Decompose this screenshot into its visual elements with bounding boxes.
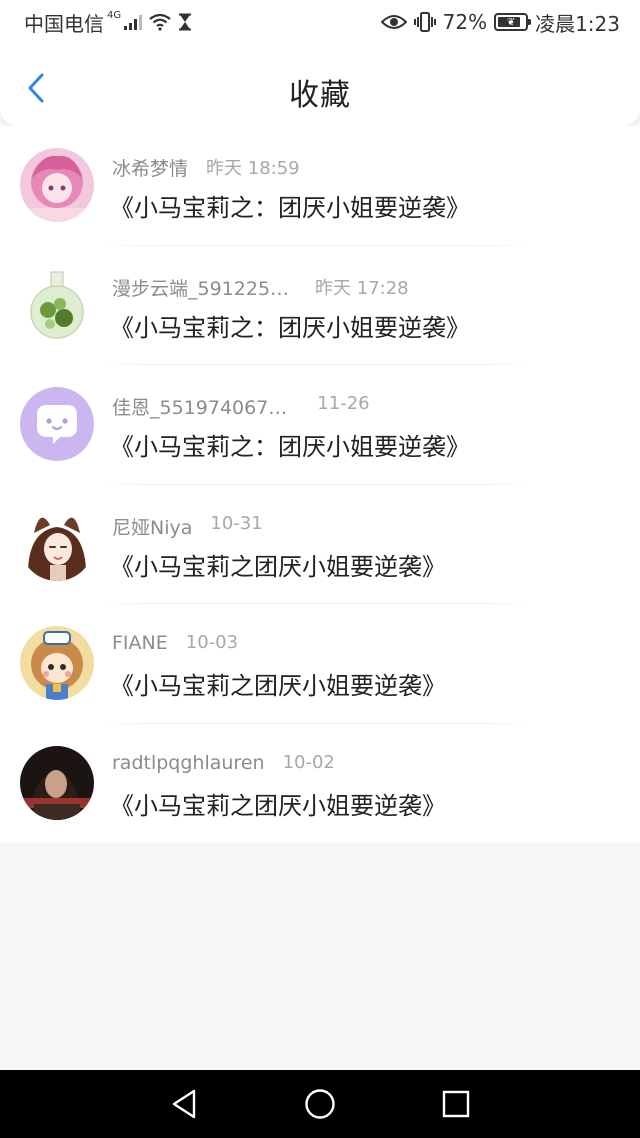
vibrate-icon <box>413 12 436 32</box>
nav-header: 收藏 <box>0 44 640 126</box>
user-name[interactable]: radtlpqghlauren <box>112 752 265 774</box>
item-meta: 漫步云端_591225… 昨天 17:28 <box>112 274 409 301</box>
story-title[interactable]: 《小马宝莉之：团厌小姐要逆袭》 <box>110 427 470 462</box>
clock: 凌晨1:23 <box>535 11 620 36</box>
eye-icon <box>380 15 407 29</box>
back-triangle-icon[interactable] <box>166 1086 202 1122</box>
user-name[interactable]: 佳恩_551974067… <box>112 393 287 420</box>
timestamp: 11-26 <box>317 393 370 414</box>
chat-bubble-avatar[interactable] <box>20 387 94 461</box>
cartoon-chef-girl-avatar[interactable] <box>20 626 94 700</box>
item-meta: FIANE 10-03 <box>112 632 238 654</box>
carrier-name: 中国电信 <box>24 11 104 36</box>
list-item[interactable]: FIANE 10-03 《小马宝莉之团厌小姐要逆袭》 <box>0 604 640 724</box>
item-meta: 佳恩_551974067… 11-26 <box>112 393 370 420</box>
dark-photo-avatar[interactable] <box>20 745 94 820</box>
signal-icon <box>124 14 143 30</box>
item-meta: radtlpqghlauren 10-02 <box>112 752 335 774</box>
bunny-girl-avatar[interactable] <box>20 506 94 581</box>
user-name[interactable]: FIANE <box>112 632 168 654</box>
list-item[interactable]: 尼娅Niya 10-31 《小马宝莉之团厌小姐要逆袭》 <box>0 485 640 604</box>
timestamp: 10-03 <box>185 632 239 653</box>
list-item[interactable]: radtlpqghlauren 10-02 《小马宝莉之团厌小姐要逆袭》 <box>0 724 640 844</box>
page-title: 收藏 <box>289 78 351 113</box>
timestamp: 昨天 17:28 <box>315 277 409 299</box>
timestamp: 10-02 <box>282 751 335 773</box>
network-type: 4G <box>107 9 122 21</box>
user-name[interactable]: 尼娅Niya <box>112 513 192 540</box>
recents-square-icon[interactable] <box>438 1086 474 1122</box>
item-meta: 尼娅Niya 10-31 <box>112 513 263 540</box>
favorites-list: 冰希梦情 昨天 18:59 《小马宝莉之：团厌小姐要逆袭》 漫步云端_59122… <box>0 126 640 842</box>
status-bar: 中国电信 4G 72% ❦ 凌晨1:23 <box>0 0 640 44</box>
pink-anime-girl-avatar[interactable] <box>20 148 94 222</box>
story-title[interactable]: 《小马宝莉之：团厌小姐要逆袭》 <box>110 308 470 343</box>
home-circle-icon[interactable] <box>302 1086 338 1122</box>
leaf-icon: ❦ <box>506 16 516 28</box>
list-item[interactable]: 佳恩_551974067… 11-26 《小马宝莉之：团厌小姐要逆袭》 <box>0 365 640 485</box>
system-nav-bar <box>0 1070 640 1138</box>
battery-icon: ❦ <box>494 13 532 31</box>
list-item[interactable]: 漫步云端_591225… 昨天 17:28 《小马宝莉之：团厌小姐要逆袭》 <box>0 246 640 365</box>
list-item[interactable]: 冰希梦情 昨天 18:59 《小马宝莉之：团厌小姐要逆袭》 <box>0 126 640 246</box>
wifi-icon <box>149 13 171 31</box>
hourglass-icon <box>179 13 192 31</box>
user-name[interactable]: 冰希梦情 <box>112 154 188 181</box>
story-title[interactable]: 《小马宝莉之团厌小姐要逆袭》 <box>110 786 446 821</box>
story-title[interactable]: 《小马宝莉之团厌小姐要逆袭》 <box>110 547 446 582</box>
status-left: 中国电信 4G <box>24 8 192 37</box>
item-meta: 冰希梦情 昨天 18:59 <box>112 154 300 181</box>
user-name[interactable]: 漫步云端_591225… <box>112 274 289 301</box>
glass-bottle-plant-avatar[interactable] <box>20 267 94 342</box>
timestamp: 昨天 18:59 <box>206 158 300 179</box>
status-right: 72% ❦ 凌晨1:23 <box>380 8 620 37</box>
battery-percent: 72% <box>442 10 488 34</box>
timestamp: 10-31 <box>210 512 263 534</box>
story-title[interactable]: 《小马宝莉之：团厌小姐要逆袭》 <box>110 188 470 223</box>
story-title[interactable]: 《小马宝莉之团厌小姐要逆袭》 <box>110 666 446 701</box>
